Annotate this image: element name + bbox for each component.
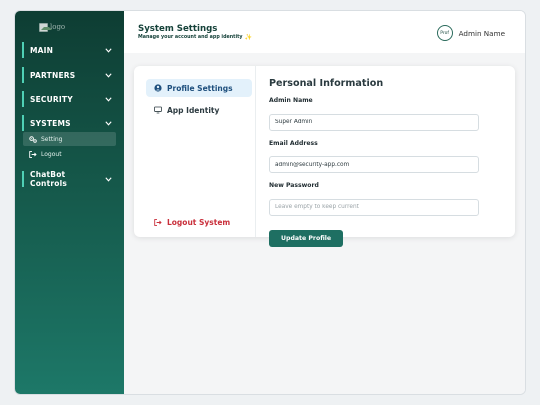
logo-alt-text: logo [50,23,66,31]
sidebar-item-logout[interactable]: Logout [23,147,116,161]
top-header: System Settings Manage your account and … [124,11,525,53]
sidebar: logo MAIN PARTNERS SECURITY SYSTEMS Sett… [15,11,124,394]
sidebar-item-label: Setting [41,135,63,143]
settings-tabs: Profile Settings App Identity Logout Sys… [146,66,256,237]
tab-app-identity[interactable]: App Identity [146,101,252,119]
main-content: System Settings Manage your account and … [124,11,525,394]
logout-icon [154,219,162,227]
page-title: System Settings [138,24,218,34]
tab-label: App Identity [167,105,220,115]
page-subtitle-text: Manage your account and app identity [138,35,243,40]
chevron-down-icon [104,175,112,183]
chevron-down-icon [104,46,112,54]
sidebar-section-security[interactable]: SECURITY [22,91,116,107]
email-label: Email Address [269,139,318,147]
new-password-label: New Password [269,182,319,189]
sidebar-section-chatbot-controls[interactable]: ChatBot Controls [22,170,116,188]
user-circle-icon [154,84,162,92]
email-field[interactable] [269,156,479,173]
sidebar-section-partners[interactable]: PARTNERS [22,67,116,83]
sidebar-section-main[interactable]: MAIN [22,42,116,58]
profile-form: Personal Information Admin Name Email Ad… [269,78,481,247]
user-name: Admin Name [458,28,505,38]
chevron-down-icon [104,119,112,127]
app-window: logo MAIN PARTNERS SECURITY SYSTEMS Sett… [14,10,526,395]
update-profile-button[interactable]: Update Profile [269,229,344,247]
logout-system-button[interactable]: Logout System [154,218,230,227]
sidebar-item-setting[interactable]: Setting [23,132,116,146]
broken-image-icon [39,22,52,32]
sidebar-section-label: ChatBot Controls [30,170,68,188]
sidebar-section-systems[interactable]: SYSTEMS [22,115,116,131]
logo: logo [39,21,99,33]
gears-icon [29,135,37,143]
sidebar-section-label: SYSTEMS [30,118,71,128]
page-subtitle: Manage your account and app identity ✨ [138,34,252,41]
sidebar-section-label: MAIN [30,45,54,55]
sidebar-item-label: Logout [41,150,62,158]
form-title: Personal Information [269,78,384,89]
admin-name-field[interactable] [269,113,479,131]
tab-profile-settings[interactable]: Profile Settings [146,79,252,97]
admin-name-label: Admin Name [269,97,313,104]
avatar: Prof [436,25,453,41]
chevron-down-icon [104,95,112,103]
chevron-down-icon [104,71,112,79]
sidebar-section-label: SECURITY [30,94,73,104]
sidebar-section-label: PARTNERS [30,70,76,80]
logout-icon [29,150,37,158]
logout-system-label: Logout System [167,218,231,227]
tab-label: Profile Settings [167,83,233,93]
settings-card: Profile Settings App Identity Logout Sys… [134,66,515,247]
sparkle-icon: ✨ [244,34,253,41]
monitor-icon [154,106,162,114]
user-menu[interactable]: Prof Admin Name [436,25,505,41]
new-password-field[interactable] [269,198,479,216]
